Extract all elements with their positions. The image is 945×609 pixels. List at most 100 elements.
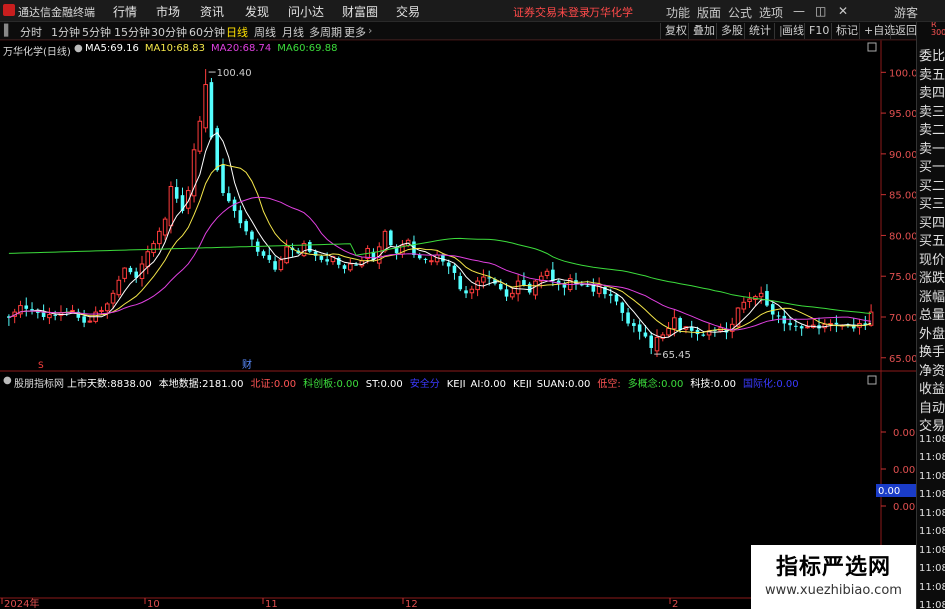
quote-item[interactable]: 现价 (919, 249, 945, 268)
quote-item[interactable]: 卖四 (919, 82, 945, 101)
period-weekly[interactable]: 周线 (254, 24, 276, 40)
quote-item[interactable]: 卖五 (919, 64, 945, 83)
menu-trade[interactable]: 交易 (396, 3, 420, 20)
more-chevron-icon[interactable]: › (368, 24, 372, 37)
quote-item[interactable]: 买四 (919, 212, 945, 231)
period-15min[interactable]: 15分钟 (114, 24, 150, 40)
quote-item[interactable]: 11:08 (919, 489, 945, 500)
quote-item[interactable]: 卖一 (919, 138, 945, 157)
quote-item[interactable]: 自动 (919, 397, 945, 416)
quote-item[interactable]: 涨跌 (919, 267, 945, 286)
candle-body (226, 193, 231, 202)
menu-options[interactable]: 选项 (759, 4, 783, 21)
period-monthly[interactable]: 月线 (282, 24, 304, 40)
quote-item[interactable]: 11:08 (919, 508, 945, 519)
quote-item[interactable]: 11:08 (919, 452, 945, 463)
period-more[interactable]: 更多 (344, 24, 366, 40)
quote-item[interactable]: 买三 (919, 193, 945, 212)
quote-item[interactable]: 委比 (919, 45, 945, 64)
btn-adjust[interactable]: 复权 (660, 23, 691, 39)
candle-body (30, 309, 34, 311)
period-30min[interactable]: 30分钟 (151, 24, 187, 40)
period-5min[interactable]: 5分钟 (82, 24, 111, 40)
btn-multi-stock[interactable]: 多股 (716, 23, 747, 39)
quote-item[interactable]: 11:08 (919, 434, 945, 445)
restore-icon[interactable]: ◫ (815, 4, 826, 18)
candle-body (574, 280, 578, 285)
quote-item[interactable]: 买二 (919, 175, 945, 194)
period-daily[interactable]: 日线 (226, 24, 248, 40)
candle-body (261, 251, 266, 256)
indicator-toggle-icon-2[interactable]: ● (3, 375, 12, 386)
quote-item[interactable]: 买一 (919, 156, 945, 175)
candle-body (99, 309, 104, 312)
period-1min[interactable]: 1分钟 (51, 24, 80, 40)
candle-body (765, 291, 769, 306)
candle-body (7, 316, 11, 318)
period-tick[interactable]: 分时 (20, 24, 42, 40)
menu-discover[interactable]: 发现 (245, 3, 269, 20)
candle-body (36, 310, 40, 313)
candle-body (423, 258, 428, 260)
menu-layout[interactable]: 版面 (697, 4, 721, 21)
candle-body (382, 230, 388, 252)
quote-item[interactable]: 换手 (919, 341, 945, 360)
quote-item[interactable]: 卖二 (919, 119, 945, 138)
candle-body (389, 230, 393, 246)
candle-body (857, 323, 862, 328)
candle-body (429, 260, 434, 263)
quote-item[interactable]: 11:08 (919, 545, 945, 556)
candle-body (209, 82, 214, 138)
quote-item[interactable]: 总量 (919, 304, 945, 323)
menu-quotes[interactable]: 行情 (113, 3, 137, 20)
candle-body (70, 309, 75, 312)
quote-item[interactable]: 收益 (919, 378, 945, 397)
current-value-label: 0.00 (878, 486, 900, 497)
candle-body (180, 195, 185, 211)
quote-item[interactable]: 涨幅 (919, 286, 945, 305)
stock-name-title: 万华化学 (589, 6, 633, 19)
quote-item[interactable]: 交易 (919, 415, 945, 434)
candle-body (695, 329, 700, 335)
menu-wealth-circle[interactable]: 财富圈 (342, 3, 378, 20)
quote-item[interactable]: 11:08 (919, 582, 945, 593)
quote-item[interactable]: 11:08 (919, 526, 945, 537)
candle-body (822, 323, 828, 329)
minimize-icon[interactable]: — (793, 4, 805, 18)
indicator-toggle-icon[interactable]: ● (74, 43, 83, 54)
candle-body (522, 280, 526, 286)
close-icon[interactable]: ✕ (838, 4, 848, 18)
toolbar-back-icon[interactable]: ▌ (4, 24, 12, 37)
btn-mark[interactable]: 标记 (831, 23, 862, 39)
quote-top-label: R 300 (931, 22, 945, 37)
menu-market[interactable]: 市场 (156, 3, 180, 20)
indicator-item-11: 国际化:0.00 (743, 379, 799, 388)
quote-item[interactable]: 11:08 (919, 563, 945, 574)
period-60min[interactable]: 60分钟 (189, 24, 225, 40)
quote-item[interactable]: 卖三 (919, 101, 945, 120)
menu-wenxiaoda[interactable]: 问小达 (288, 3, 324, 20)
marker-cai: 财 (242, 358, 252, 371)
menu-function[interactable]: 功能 (666, 4, 690, 21)
btn-drawing[interactable]: 画线 (774, 23, 808, 39)
quote-item[interactable]: 11:08 (919, 600, 945, 609)
quote-item[interactable]: 外盘 (919, 323, 945, 342)
quote-item[interactable]: 净资 (919, 360, 945, 379)
candle-body (498, 283, 503, 290)
candle-body (12, 311, 17, 317)
quote-item[interactable]: 买五 (919, 230, 945, 249)
btn-f10[interactable]: F10 (804, 23, 833, 39)
quote-item[interactable]: 11:08 (919, 471, 945, 482)
period-multi[interactable]: 多周期 (309, 24, 342, 40)
menu-news[interactable]: 资讯 (200, 3, 224, 20)
btn-statistics[interactable]: 统计 (744, 23, 775, 39)
candle-body (510, 292, 515, 298)
kline-chart[interactable]: 100.0 95.00 90.00 85.00 80.00 75.00 70.00 65.00… (0, 0, 945, 609)
trade-login-notice[interactable]: 证券交易未登录 (513, 4, 590, 20)
menu-formula[interactable]: 公式 (728, 4, 752, 21)
guest-label[interactable]: 游客 (894, 4, 918, 21)
candle-body (562, 283, 567, 288)
btn-overlay[interactable]: 叠加 (688, 23, 719, 39)
indicator-item-4: ST:0.00 (365, 379, 403, 388)
candle-body (794, 325, 798, 327)
